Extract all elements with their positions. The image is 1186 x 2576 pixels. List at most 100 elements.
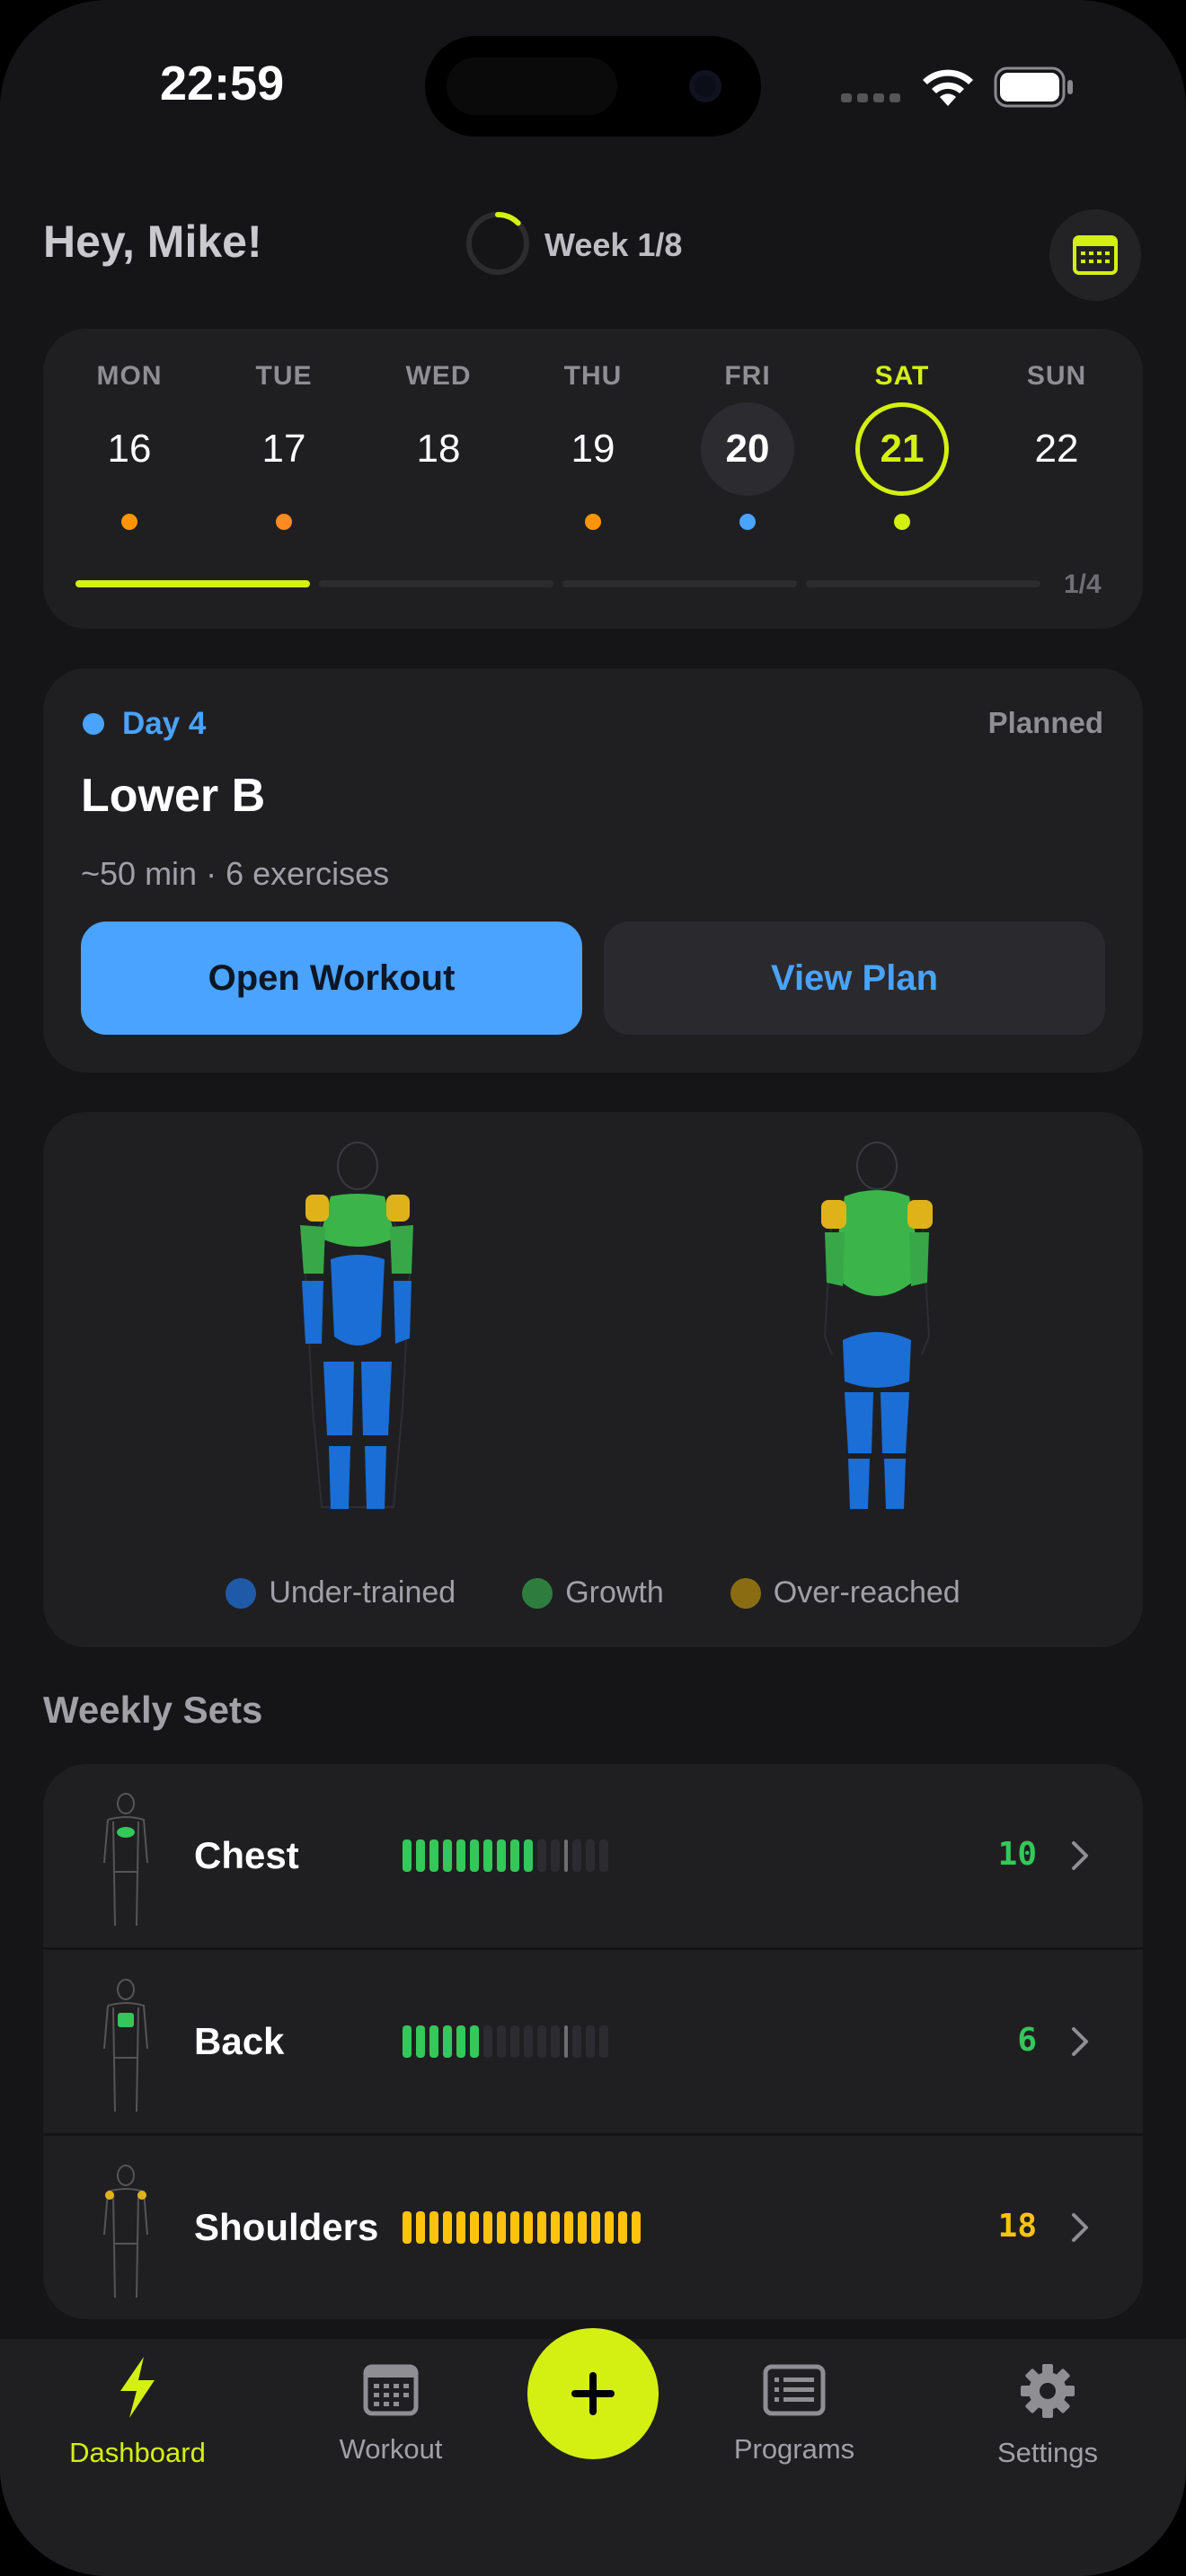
week-days: MON 16 TUE 17 WED 18 THU 19 FRI 20 SAT 21 SUN 22 [66,361,1120,550]
muscle-figure-icon [103,2165,148,2298]
sets-bar [578,2211,587,2244]
body-back-diagram [821,1142,933,1509]
sets-bar [483,1839,492,1872]
muscle-row-shoulders[interactable]: Shoulders 18 [43,2133,1143,2319]
sets-bar [537,1839,546,1872]
day-number: 21 [880,427,925,471]
sets-bar [470,2211,479,2244]
sets-bar [429,2211,438,2244]
greeting: Hey, Mike! [43,216,262,267]
sets-bar [443,1839,452,1872]
sets-bar [605,2211,614,2244]
sets-bar [586,1839,595,1872]
sets-bar [632,2211,641,2244]
day-activity-dot [121,514,137,530]
week-label: Week 1/8 [544,226,683,263]
plus-icon [571,2372,615,2415]
sets-bar [524,2025,533,2058]
bolt-icon [120,2357,155,2418]
day-name: MON [96,361,163,391]
legend-dot [522,1577,553,1609]
calendar-icon [1073,235,1118,275]
calendar-icon [363,2364,419,2416]
open-workout-button[interactable]: Open Workout [81,922,582,1035]
body-front-diagram [300,1142,413,1509]
sets-bar [524,2211,533,2244]
sets-bar [551,2025,560,2058]
sets-bar [403,2025,412,2058]
legend-label: Over-reached [773,1575,960,1610]
weekly-sets-title: Weekly Sets [43,1689,263,1731]
tab-workout[interactable]: Workout [292,2364,490,2466]
day-number: 17 [261,427,306,471]
day-fri[interactable]: FRI 20 [685,361,810,550]
sets-bar [456,2211,465,2244]
sets-bar [599,1839,608,1872]
muscle-figure-icon [103,1979,148,2113]
sets-bar [510,2211,519,2244]
weekly-sets-list: Chest 10 Back 6 Shoulders 18 [43,1764,1143,2319]
tab-programs[interactable]: Programs [695,2364,893,2466]
legend-label: Growth [565,1575,664,1610]
sets-bar [591,2211,600,2244]
wifi-icon [920,65,976,112]
week-page-progress [75,580,1040,587]
day-name: FRI [724,361,771,391]
day-number: 22 [1034,427,1079,471]
week-page-label: 1/4 [1064,569,1102,599]
battery-icon [994,66,1075,112]
muscle-legend: Under-trained Growth Over-reached [43,1575,1143,1610]
sets-bar [456,1839,465,1872]
sets-bar [497,1839,506,1872]
tab-label-programs: Programs [733,2433,855,2465]
calendar-button[interactable] [1049,209,1141,301]
day-label: Day 4 [122,706,207,741]
day-tue[interactable]: TUE 17 [221,361,347,550]
sets-bar [572,2025,581,2058]
day-dot [83,713,104,735]
day-sat[interactable]: SAT 21 [839,361,965,550]
muscle-row-chest[interactable]: Chest 10 [43,1764,1143,1947]
sets-bar [510,1839,519,1872]
muscle-row-back[interactable]: Back 6 [43,1947,1143,2133]
day-wed[interactable]: WED 18 [376,361,501,550]
view-plan-button[interactable]: View Plan [604,922,1105,1035]
tab-label-workout: Workout [339,2433,443,2465]
sets-bar [456,2025,465,2058]
sets-count: 6 [1017,2022,1037,2059]
day-activity-dot [585,514,601,530]
muscle-label: Back [194,2020,285,2062]
day-sun[interactable]: SUN 22 [994,361,1120,550]
day-name: SAT [874,361,930,391]
sets-bar [618,2211,627,2244]
sets-bar [470,2025,479,2058]
day-mon[interactable]: MON 16 [66,361,192,550]
tab-label-dashboard: Dashboard [69,2437,206,2468]
workout-card: Day 4 Planned Lower B ~50 min · 6 exerci… [43,668,1143,1072]
tab-label-settings: Settings [996,2437,1098,2468]
day-number: 16 [107,427,152,471]
add-button[interactable] [527,2328,659,2459]
sets-bar-meter [403,2025,608,2058]
sets-bar [483,2025,492,2058]
dynamic-island-inner [447,57,617,115]
day-activity-dot [739,514,756,530]
workout-meta: ~50 min · 6 exercises [81,855,390,892]
sets-bar [551,2211,560,2244]
day-thu[interactable]: THU 19 [530,361,656,550]
sets-bar [599,2025,608,2058]
day-activity-dot [276,514,292,530]
muscle-label: Shoulders [194,2206,379,2248]
chevron-right-icon [1072,2027,1088,2056]
tab-dashboard[interactable]: Dashboard [39,2355,236,2469]
sets-bar [403,1839,412,1872]
workout-title: Lower B [81,770,266,822]
chevron-right-icon [1072,2213,1088,2242]
tab-settings[interactable]: Settings [949,2362,1146,2469]
sets-bar [443,2211,452,2244]
day-activity-dot [894,514,910,530]
chevron-right-icon [1072,1841,1088,1870]
sets-bar [524,1839,533,1872]
muscle-map-card: Under-trained Growth Over-reached [43,1112,1143,1647]
legend-item: Over-reached [730,1575,960,1610]
